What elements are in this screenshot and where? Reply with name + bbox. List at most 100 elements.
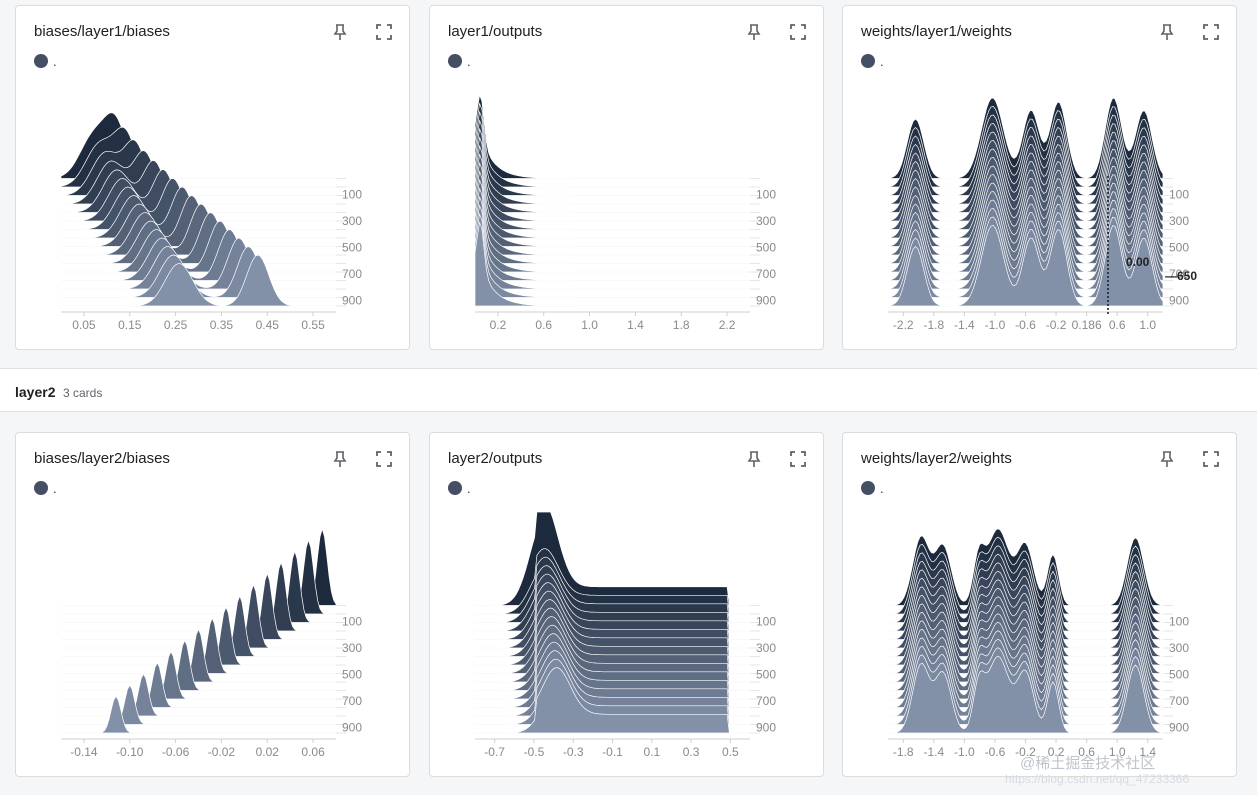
x-tick-label: 0.2 <box>490 318 507 332</box>
x-tick-label: -0.2 <box>1046 318 1067 332</box>
pin-icon[interactable] <box>331 450 349 468</box>
x-tick-label: 0.02 <box>256 745 280 759</box>
histogram-ridge <box>475 511 750 606</box>
x-tick-label: -1.4 <box>954 318 975 332</box>
histogram-plot: 100 300 500 700 900 -0.14 -0.10 -0.06 -0.02 0.02 0… <box>61 527 362 759</box>
pin-icon[interactable] <box>331 23 349 41</box>
expand-icon[interactable] <box>789 450 807 468</box>
y-tick-label: 700 <box>342 694 362 708</box>
histogram-card-biases-layer1: biases/layer1/biases . 100 300 500 700 900 0.… <box>15 5 410 350</box>
y-tick-label: 700 <box>756 267 776 281</box>
watermark: @稀土掘金技术社区 <box>1020 755 1156 772</box>
histogram-ridge <box>474 127 750 213</box>
expand-icon[interactable] <box>1202 23 1220 41</box>
legend-dot <box>34 54 48 68</box>
card-title: layer1/outputs <box>448 23 543 40</box>
x-tick-label: -0.14 <box>70 745 98 759</box>
legend-dot <box>448 481 462 495</box>
histogram-ridge <box>61 695 336 734</box>
legend-label: . <box>53 480 57 496</box>
x-tick-label: 1.0 <box>581 318 598 332</box>
watermark-url: https://blog.csdn.net/qq_47233366 <box>1005 772 1190 786</box>
histogram-ridge <box>474 153 750 239</box>
card-title: weights/layer1/weights <box>861 23 1012 40</box>
y-tick-label: 300 <box>756 214 776 228</box>
legend-label: . <box>467 480 471 496</box>
y-tick-label: 500 <box>1169 241 1189 255</box>
legend-dot <box>861 481 875 495</box>
y-tick-label: 900 <box>342 294 362 308</box>
expand-icon[interactable] <box>375 450 393 468</box>
y-tick-label: 500 <box>756 241 776 255</box>
x-tick-label: -0.7 <box>484 745 505 759</box>
y-tick-label: 900 <box>342 721 362 735</box>
histogram-card-weights-layer2: weights/layer2/weights . 100 300 500 700 900… <box>842 432 1237 777</box>
y-tick-label: 900 <box>756 294 776 308</box>
y-tick-label: 900 <box>756 721 776 735</box>
x-tick-label: -0.5 <box>524 745 545 759</box>
x-tick-label: -0.1 <box>602 745 623 759</box>
y-tick-label: 300 <box>756 641 776 655</box>
x-tick-label: -1.8 <box>893 745 914 759</box>
legend: . <box>448 53 471 69</box>
histogram-plot: 100 300 500 700 900 0.2 0.6 1.0 1.4 1.8 2.2 <box>474 93 776 332</box>
y-tick-label: 300 <box>1169 214 1189 228</box>
x-tick-label: 0.3 <box>683 745 700 759</box>
x-tick-label: -0.02 <box>208 745 236 759</box>
pin-icon[interactable] <box>1158 450 1176 468</box>
histogram-ridge <box>474 119 750 205</box>
x-tick-label: 1.0 <box>1139 318 1156 332</box>
x-tick-label: 0.6 <box>1109 318 1126 332</box>
pin-icon[interactable] <box>1158 23 1176 41</box>
legend-dot <box>448 54 462 68</box>
group-card-count: 3 cards <box>63 386 103 400</box>
x-tick-label: 0.55 <box>301 318 325 332</box>
y-tick-label: 500 <box>342 668 362 682</box>
legend-label: . <box>880 53 884 69</box>
x-tick-label: 0.35 <box>210 318 234 332</box>
pin-icon[interactable] <box>745 23 763 41</box>
expand-icon[interactable] <box>789 23 807 41</box>
x-tick-label: 1.8 <box>673 318 690 332</box>
y-tick-label: 500 <box>1169 668 1189 682</box>
pin-icon[interactable] <box>745 450 763 468</box>
y-tick-label: 100 <box>342 615 362 629</box>
histogram-plot: 100 300 500 700 900 -0.7 -0.5 -0.3 -0.1 0.1 0.3 0.5 <box>475 511 776 759</box>
histogram-ridge <box>474 93 750 179</box>
y-tick-label: 100 <box>1169 615 1189 629</box>
group-name: layer2 <box>15 384 56 400</box>
histogram-card-layer2-outputs: layer2/outputs . 100 300 500 700 900 -0.7 -0.5… <box>429 432 824 777</box>
x-tick-label: 0.45 <box>256 318 280 332</box>
y-tick-label: 700 <box>1169 694 1189 708</box>
legend: . <box>34 53 57 69</box>
y-tick-label: 500 <box>342 241 362 255</box>
histogram-ridge <box>61 550 336 623</box>
histogram-card-weights-layer1: weights/layer1/weights . 100 300 500 700 900… <box>842 5 1237 350</box>
x-tick-label: 0.15 <box>118 318 142 332</box>
y-tick-label: 300 <box>1169 641 1189 655</box>
histogram-ridge <box>61 684 336 725</box>
legend: . <box>861 53 884 69</box>
x-tick-label: -1.8 <box>923 318 944 332</box>
y-tick-label: 700 <box>756 694 776 708</box>
x-tick-label: -0.06 <box>162 745 190 759</box>
y-tick-label: 500 <box>756 668 776 682</box>
card-title: layer2/outputs <box>448 450 543 467</box>
histogram-plot[interactable]: 100300500700900-2.2 -1.8 -1.4 -1.0 -0.6 -0.2 0… <box>843 76 1236 348</box>
legend: . <box>448 480 471 496</box>
y-tick-label: 900 <box>1169 294 1189 308</box>
x-tick-label: 0.1 <box>643 745 660 759</box>
group-header[interactable]: layer2 3 cards <box>0 368 1257 412</box>
x-tick-label: -1.0 <box>985 318 1006 332</box>
hover-value: 0.00 <box>1126 255 1150 269</box>
expand-icon[interactable] <box>375 23 393 41</box>
legend-label: . <box>53 53 57 69</box>
histogram-card-layer1-outputs: layer1/outputs . 100 300 500 700 900 0.2 0.6 1.… <box>429 5 824 350</box>
card-title: biases/layer2/biases <box>34 450 170 467</box>
histogram-card-biases-layer2: biases/layer2/biases . 100 300 500 700 900 -0… <box>15 432 410 777</box>
x-tick-label: -0.10 <box>116 745 144 759</box>
legend-dot <box>861 54 875 68</box>
histogram-plot: 100 300 500 700 900 0.05 0.15 0.25 0.35 0.45 0.55 <box>60 112 362 332</box>
y-tick-label: 300 <box>342 214 362 228</box>
expand-icon[interactable] <box>1202 450 1220 468</box>
